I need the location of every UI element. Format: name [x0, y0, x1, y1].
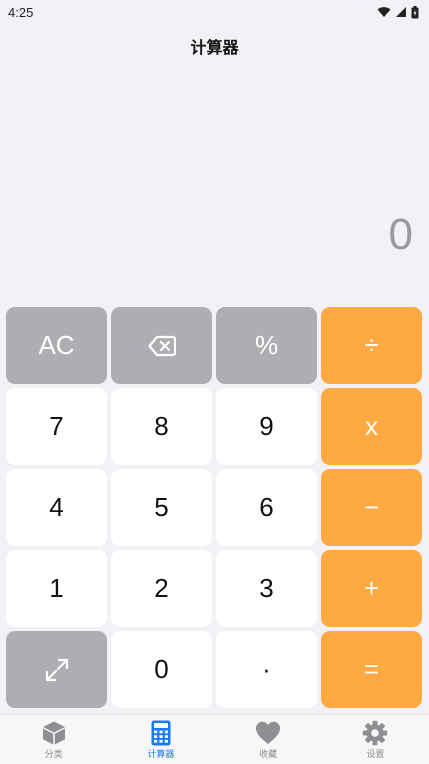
digit-0-button[interactable]: 0: [111, 631, 212, 708]
all-clear-button[interactable]: AC: [6, 307, 107, 384]
digit-6-button[interactable]: 6: [216, 469, 317, 546]
expand-button[interactable]: [6, 631, 107, 708]
tab-calculator[interactable]: 计算器: [107, 715, 214, 764]
cube-icon: [42, 721, 65, 745]
status-bar: 4:25: [0, 0, 429, 24]
backspace-button[interactable]: [111, 307, 212, 384]
backspace-icon: [147, 335, 176, 356]
multiply-button[interactable]: x: [321, 388, 422, 465]
battery-icon: [411, 5, 419, 18]
heart-icon: [256, 721, 281, 744]
tab-label: 计算器: [147, 750, 175, 760]
status-time: 4:25: [8, 4, 34, 20]
tab-label: 设置: [366, 750, 385, 760]
gear-icon: [363, 720, 388, 746]
cellular-signal-icon: [396, 7, 406, 17]
status-icons: [377, 5, 419, 19]
wifi-icon: [377, 7, 391, 17]
subtract-button[interactable]: −: [321, 469, 422, 546]
equals-button[interactable]: =: [321, 631, 422, 708]
digit-9-button[interactable]: 9: [216, 388, 317, 465]
keypad: AC % ÷ 7 8 9 x 4 5 6 − 1 2 3 + 0 · =: [6, 307, 423, 708]
tab-favorites[interactable]: 收藏: [215, 715, 322, 764]
digit-2-button[interactable]: 2: [111, 550, 212, 627]
tab-label: 收藏: [259, 750, 278, 760]
percent-button[interactable]: %: [216, 307, 317, 384]
tab-settings[interactable]: 设置: [322, 715, 429, 764]
digit-7-button[interactable]: 7: [6, 388, 107, 465]
digit-4-button[interactable]: 4: [6, 469, 107, 546]
digit-5-button[interactable]: 5: [111, 469, 212, 546]
digit-3-button[interactable]: 3: [216, 550, 317, 627]
expand-icon: [45, 658, 68, 681]
tab-category[interactable]: 分类: [0, 715, 107, 764]
digit-1-button[interactable]: 1: [6, 550, 107, 627]
tab-bar: 分类 计算器 收藏 设置: [0, 714, 429, 764]
page-title: 计算器: [190, 38, 239, 57]
result-display: 0: [388, 210, 413, 259]
divide-button[interactable]: ÷: [321, 307, 422, 384]
decimal-point-button[interactable]: ·: [216, 631, 317, 708]
digit-8-button[interactable]: 8: [111, 388, 212, 465]
calculator-icon: [151, 720, 171, 746]
tab-label: 分类: [44, 750, 63, 760]
add-button[interactable]: +: [321, 550, 422, 627]
